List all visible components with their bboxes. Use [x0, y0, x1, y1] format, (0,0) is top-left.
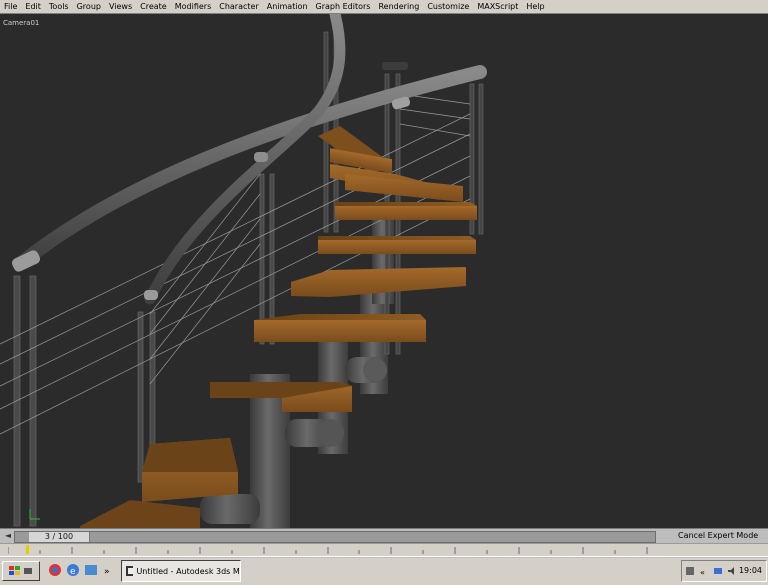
tray-chevron-icon[interactable]: « — [700, 565, 710, 577]
menu-animation[interactable]: Animation — [263, 0, 312, 13]
time-slider-thumb[interactable]: 3 / 100 — [29, 532, 90, 542]
menu-group[interactable]: Group — [73, 0, 105, 13]
menu-graph-editors[interactable]: Graph Editors — [312, 0, 375, 13]
menu-bar: File Edit Tools Group Views Create Modif… — [0, 0, 768, 14]
menu-tools[interactable]: Tools — [45, 0, 73, 13]
volume-icon[interactable] — [726, 565, 738, 577]
taskbar-clock[interactable]: 19:04 — [739, 561, 762, 581]
trackbar[interactable] — [0, 543, 768, 556]
time-slider-strip: ◄ 3 / 100 Cancel Expert Mode — [0, 528, 768, 543]
handrail-inner — [144, 14, 346, 305]
taskbar-3dsmax-window[interactable]: Untitled - Autodesk 3ds Max 9 - Un... — [121, 560, 241, 582]
windows-logo-icon — [9, 566, 32, 575]
menu-rendering[interactable]: Rendering — [374, 0, 423, 13]
menu-character[interactable]: Character — [215, 0, 263, 13]
network-icon[interactable] — [712, 565, 724, 577]
viewport-label[interactable]: Camera01 — [3, 19, 39, 27]
quicklaunch-icon[interactable] — [84, 563, 98, 577]
ie-icon[interactable]: e — [66, 563, 80, 577]
menu-edit[interactable]: Edit — [21, 0, 45, 13]
system-tray: « 19:04 — [681, 560, 767, 582]
trackbar-ruler — [8, 547, 648, 554]
time-slider[interactable]: 3 / 100 — [14, 531, 656, 543]
windows-taskbar: e » Untitled - Autodesk 3ds Max 9 - Un..… — [0, 556, 768, 585]
chrome-icon[interactable] — [48, 563, 62, 577]
menu-maxscript[interactable]: MAXScript — [473, 0, 522, 13]
current-frame-marker[interactable] — [26, 545, 29, 554]
time-prev-arrow-icon[interactable]: ◄ — [3, 530, 13, 542]
svg-text:»: » — [104, 567, 110, 577]
3dsmax-icon — [126, 566, 134, 576]
menu-help[interactable]: Help — [522, 0, 548, 13]
menu-modifiers[interactable]: Modifiers — [171, 0, 216, 13]
svg-text:«: « — [700, 568, 705, 577]
taskbar-window-label: Untitled - Autodesk 3ds Max 9 - Un... — [136, 566, 240, 576]
staircase-render — [0, 14, 487, 528]
svg-text:e: e — [70, 567, 76, 577]
menu-customize[interactable]: Customize — [423, 0, 473, 13]
start-button[interactable] — [2, 561, 40, 581]
menu-views[interactable]: Views — [105, 0, 136, 13]
menu-file[interactable]: File — [0, 0, 21, 13]
menu-create[interactable]: Create — [136, 0, 171, 13]
prompt-line[interactable]: Cancel Expert Mode — [678, 530, 768, 542]
camera-viewport[interactable]: Camera01 — [0, 14, 768, 528]
chevron-right-icon[interactable]: » — [104, 563, 114, 577]
tray-app-icon[interactable] — [684, 565, 696, 577]
